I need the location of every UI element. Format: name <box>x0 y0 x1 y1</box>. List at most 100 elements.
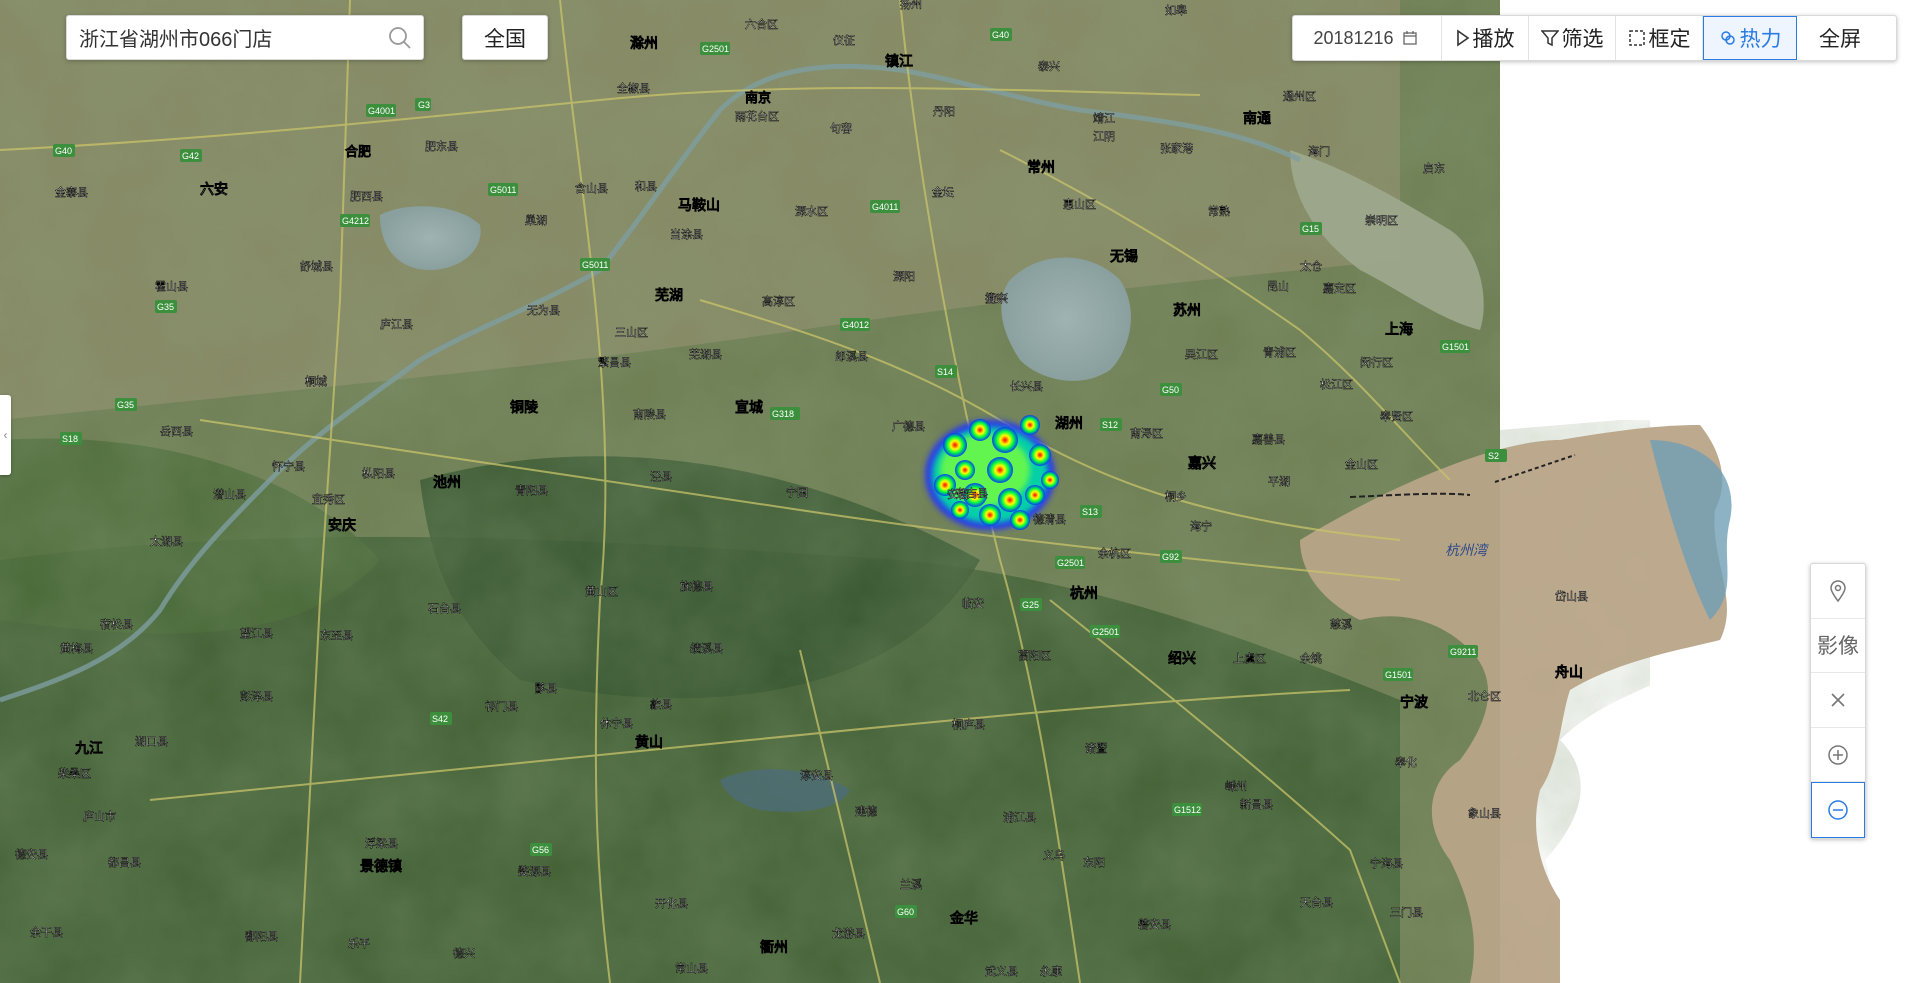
city-label: 石台县 <box>428 601 461 615</box>
play-button[interactable]: 播放 <box>1442 16 1529 60</box>
city-label: 东至县 <box>320 629 353 642</box>
city-label: 吴江区 <box>1185 348 1218 361</box>
svg-text:G92: G92 <box>1162 552 1179 562</box>
city-label: 柴桑区 <box>58 766 91 780</box>
road-shield: S12 <box>1100 418 1122 431</box>
city-label: 江阴 <box>1093 130 1115 143</box>
road-shield: G40 <box>53 144 75 157</box>
city-label: 太仓 <box>1300 259 1322 273</box>
city-label: 乐平 <box>348 937 370 950</box>
city-label: 溧阳 <box>893 269 915 283</box>
city-label: 霍山县 <box>155 280 188 293</box>
svg-text:G40: G40 <box>55 146 72 156</box>
city-label: 海宁 <box>1190 519 1212 533</box>
clear-button[interactable] <box>1811 673 1865 728</box>
city-label: 六安 <box>200 181 228 197</box>
nationwide-button[interactable]: 全国 <box>462 15 548 60</box>
road-shield: G2501 <box>1090 625 1120 638</box>
city-label: 义乌 <box>1043 848 1065 862</box>
city-label: 池州 <box>433 474 461 490</box>
road-shield: G4212 <box>340 214 370 227</box>
locate-button[interactable] <box>1811 564 1865 619</box>
city-label: 桐乡 <box>1165 489 1187 503</box>
frame-select-button[interactable]: 框定 <box>1616 16 1703 60</box>
city-label: 庐山市 <box>83 809 116 823</box>
city-label: 马鞍山 <box>678 197 720 213</box>
heatmap-button[interactable]: 热力 <box>1703 16 1797 60</box>
road-shield: G4001 <box>366 104 396 117</box>
city-label: 婺源县 <box>518 864 551 878</box>
satellite-map[interactable]: 扬州 滁州 南京 镇江 仪征 六合区 合肥 肥东县 肥西县 六安 金寨县 舒城县… <box>0 0 1919 983</box>
city-label: 黟县 <box>535 682 557 695</box>
filter-button[interactable]: 筛选 <box>1529 16 1616 60</box>
city-label: 旌德县 <box>680 579 713 593</box>
svg-text:G2501: G2501 <box>1092 627 1119 637</box>
city-label: 宣城 <box>735 399 763 415</box>
city-label: 枞阳县 <box>362 467 395 480</box>
date-picker[interactable]: 20181216 <box>1293 16 1442 60</box>
city-label: 南通 <box>1243 110 1271 126</box>
svg-text:G318: G318 <box>772 409 794 419</box>
imagery-toggle-button[interactable]: 影像 <box>1811 619 1865 674</box>
svg-text:G2501: G2501 <box>702 44 729 54</box>
road-shield: S13 <box>1080 505 1102 518</box>
city-label: 昆山 <box>1267 280 1289 293</box>
search-input[interactable] <box>77 25 381 50</box>
collapse-panel-tab[interactable]: ‹ <box>0 395 11 475</box>
city-label: 嘉善县 <box>1252 432 1285 446</box>
city-label: 黄山区 <box>585 584 618 598</box>
fullscreen-button[interactable]: 全屏 <box>1797 16 1883 60</box>
city-label: 湖州 <box>1055 415 1083 431</box>
imagery-label: 影像 <box>1817 635 1859 659</box>
road-shield: S18 <box>60 432 82 445</box>
city-label: 泰兴 <box>1038 59 1060 73</box>
city-label: 无为县 <box>527 304 560 317</box>
city-label: 宜兴 <box>986 291 1008 305</box>
search-icon[interactable] <box>387 25 413 51</box>
road-shield: S14 <box>935 365 957 378</box>
city-label: 余杭区 <box>1098 546 1131 560</box>
play-icon <box>1456 29 1469 47</box>
city-label: 歙县 <box>650 697 672 711</box>
svg-text:G1501: G1501 <box>1385 670 1412 680</box>
city-label: 浦江县 <box>1003 811 1036 824</box>
city-label: 潜山县 <box>213 487 246 501</box>
city-label: 永康 <box>1040 964 1062 978</box>
road-shield: S42 <box>430 712 452 725</box>
road-shield: G5011 <box>580 258 610 271</box>
city-label: 铜陵 <box>510 399 539 415</box>
city-label: 南京 <box>745 90 771 105</box>
zoom-out-icon <box>1828 800 1848 820</box>
zoom-out-button[interactable] <box>1811 782 1865 838</box>
city-label: 望江县 <box>240 627 273 640</box>
road-shield: G42 <box>180 149 202 162</box>
road-shield: S2 <box>1485 449 1507 462</box>
city-label: 繁昌县 <box>598 355 631 369</box>
city-label: 磐安县 <box>1138 917 1171 931</box>
play-label: 播放 <box>1472 28 1515 51</box>
svg-text:G15: G15 <box>1302 224 1319 234</box>
city-label: 句容 <box>830 121 852 135</box>
city-label: 扬州 <box>900 0 922 11</box>
city-label: 余干县 <box>30 925 63 939</box>
svg-text:S14: S14 <box>937 367 953 377</box>
search-box[interactable] <box>66 15 424 60</box>
city-label: 松江区 <box>1320 377 1353 391</box>
road-shield: G35 <box>155 300 177 313</box>
city-label: 九江 <box>74 740 103 756</box>
zoom-in-button[interactable] <box>1811 728 1865 783</box>
city-label: 黄山 <box>635 734 663 750</box>
city-label: 武义县 <box>985 965 1018 978</box>
city-label: 嘉兴 <box>1187 455 1216 471</box>
city-label: 东阳 <box>1083 856 1105 869</box>
fullscreen-label: 全屏 <box>1819 28 1861 51</box>
city-label: 六合区 <box>745 17 778 31</box>
map-side-controls: 影像 <box>1810 563 1866 839</box>
city-label: 龙游县 <box>832 927 865 940</box>
svg-text:G4011: G4011 <box>872 202 898 212</box>
city-label: 新昌县 <box>1240 797 1273 811</box>
road-shield: G4011 <box>870 200 900 213</box>
svg-text:G1501: G1501 <box>1442 342 1469 352</box>
city-label: 青浦区 <box>1263 346 1296 359</box>
city-label: 景德镇 <box>360 858 402 874</box>
